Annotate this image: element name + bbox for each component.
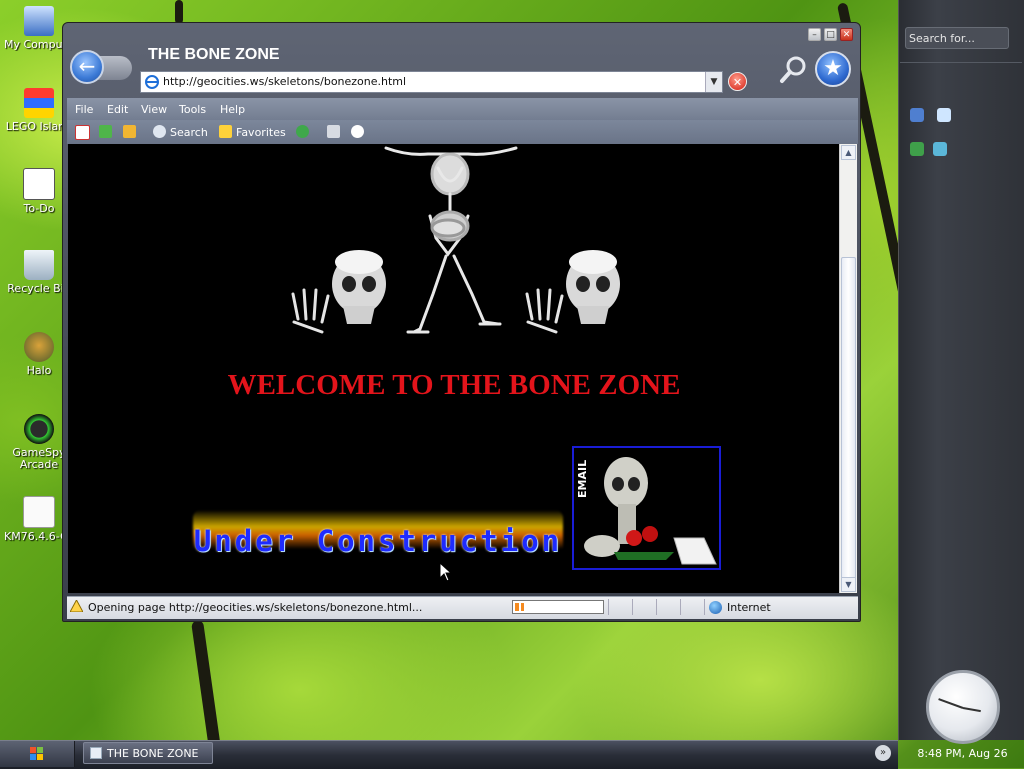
- favorites-star-icon: [219, 125, 232, 138]
- menu-view[interactable]: View: [141, 103, 167, 116]
- history-icon: [296, 125, 309, 138]
- under-construction-banner: Under Construction: [193, 510, 563, 566]
- security-zone-label: Internet: [727, 601, 771, 614]
- favorites-star-button[interactable]: ★: [815, 51, 851, 87]
- clock-minute-hand: [938, 698, 964, 709]
- address-dropdown-icon[interactable]: ▼: [705, 72, 722, 92]
- computer-icon: [24, 6, 54, 36]
- back-arrow-icon: ←: [78, 54, 96, 78]
- ie-page-icon: [90, 747, 102, 759]
- windows-logo-icon: [30, 747, 43, 760]
- refresh-button[interactable]: [99, 125, 116, 139]
- stop-button[interactable]: ✕: [728, 72, 747, 91]
- mouse-cursor-icon: [439, 562, 453, 582]
- sidebar-divider: [900, 62, 1022, 63]
- print-button[interactable]: [327, 125, 344, 139]
- ie-logo-icon: [145, 75, 159, 89]
- print-icon: [327, 125, 340, 138]
- search-icon: [153, 125, 166, 138]
- wallpaper-branch: [175, 0, 183, 24]
- status-message: Opening page http://geocities.ws/skeleto…: [88, 601, 423, 614]
- address-url: http://geocities.ws/skeletons/bonezone.h…: [163, 75, 407, 88]
- sidebar-gadget-icon[interactable]: [933, 142, 947, 156]
- email-label: EMAIL: [576, 459, 589, 498]
- address-bar[interactable]: http://geocities.ws/skeletons/bonezone.h…: [140, 71, 723, 93]
- lego-icon: [24, 88, 54, 118]
- clock-time-text: 8:48 PM, Aug 26: [917, 747, 1008, 760]
- skull-email-icon: [584, 457, 717, 565]
- home-icon: [123, 125, 136, 138]
- welcome-heading: WELCOME TO THE BONE ZONE: [227, 369, 681, 401]
- page-status-icon: [70, 600, 83, 612]
- page-viewport: WELCOME TO THE BONE ZONE Under Construct…: [68, 144, 839, 593]
- left-skull-icon: [332, 250, 386, 324]
- right-skull-icon: [566, 250, 620, 324]
- recycle-bin-icon: [24, 250, 54, 280]
- sidebar-search-input[interactable]: Search for...: [905, 27, 1009, 49]
- file-icon: [23, 496, 55, 528]
- close-button[interactable]: ✕: [840, 28, 853, 41]
- taskbar-item-bone-zone[interactable]: THE BONE ZONE: [83, 742, 213, 764]
- left-hand-icon: [291, 288, 330, 334]
- stop-icon: [75, 125, 90, 140]
- chat-bubble-icon: [351, 125, 364, 138]
- star-icon: ★: [823, 56, 843, 81]
- favorites-button[interactable]: Favorites: [219, 125, 286, 139]
- taskbar-item-label: THE BONE ZONE: [107, 747, 199, 760]
- search-button-label: Search: [170, 126, 208, 139]
- under-construction-text: Under Construction: [193, 524, 563, 558]
- stop-toolbar-button[interactable]: [75, 125, 94, 140]
- scroll-down-icon[interactable]: ▼: [841, 577, 856, 592]
- maximize-button[interactable]: □: [824, 28, 837, 41]
- status-divider: [608, 599, 609, 615]
- history-button[interactable]: [296, 125, 313, 139]
- sidebar-gadget-icon[interactable]: [910, 108, 924, 122]
- scroll-thumb[interactable]: [841, 257, 856, 579]
- search-magnifier-icon[interactable]: [778, 55, 808, 85]
- menu-tools[interactable]: Tools: [179, 103, 206, 116]
- search-button[interactable]: Search: [153, 125, 208, 139]
- scroll-up-icon[interactable]: ▲: [841, 145, 856, 160]
- internet-zone-icon: [709, 601, 722, 614]
- page-scrollbar[interactable]: ▲ ▼: [839, 144, 857, 593]
- halo-helmet-icon: [24, 332, 54, 362]
- menu-edit[interactable]: Edit: [107, 103, 128, 116]
- menu-file[interactable]: File: [75, 103, 93, 116]
- analog-clock-icon: [926, 670, 1000, 744]
- window-title: THE BONE ZONE: [148, 46, 280, 63]
- back-button[interactable]: ←: [70, 50, 104, 84]
- status-divider: [680, 599, 681, 615]
- right-hand-icon: [525, 288, 564, 334]
- tray-expand-icon[interactable]: »: [875, 745, 891, 761]
- notepad-icon: [23, 168, 55, 200]
- minimize-button[interactable]: –: [808, 28, 821, 41]
- gamespy-icon: [24, 414, 54, 444]
- menu-help[interactable]: Help: [220, 103, 245, 116]
- sidebar-gadget-icon[interactable]: [937, 108, 951, 122]
- sidebar-gadget-icon[interactable]: [910, 142, 924, 156]
- clock-hour-hand: [962, 707, 981, 713]
- status-divider: [656, 599, 657, 615]
- status-divider: [632, 599, 633, 615]
- messenger-button[interactable]: [351, 125, 368, 139]
- progress-fill: [515, 603, 524, 611]
- refresh-icon: [99, 125, 112, 138]
- loading-progress-bar: [512, 600, 604, 614]
- favorites-button-label: Favorites: [236, 126, 286, 139]
- status-divider: [704, 599, 705, 615]
- email-link[interactable]: EMAIL: [572, 446, 721, 570]
- home-button[interactable]: [123, 125, 140, 139]
